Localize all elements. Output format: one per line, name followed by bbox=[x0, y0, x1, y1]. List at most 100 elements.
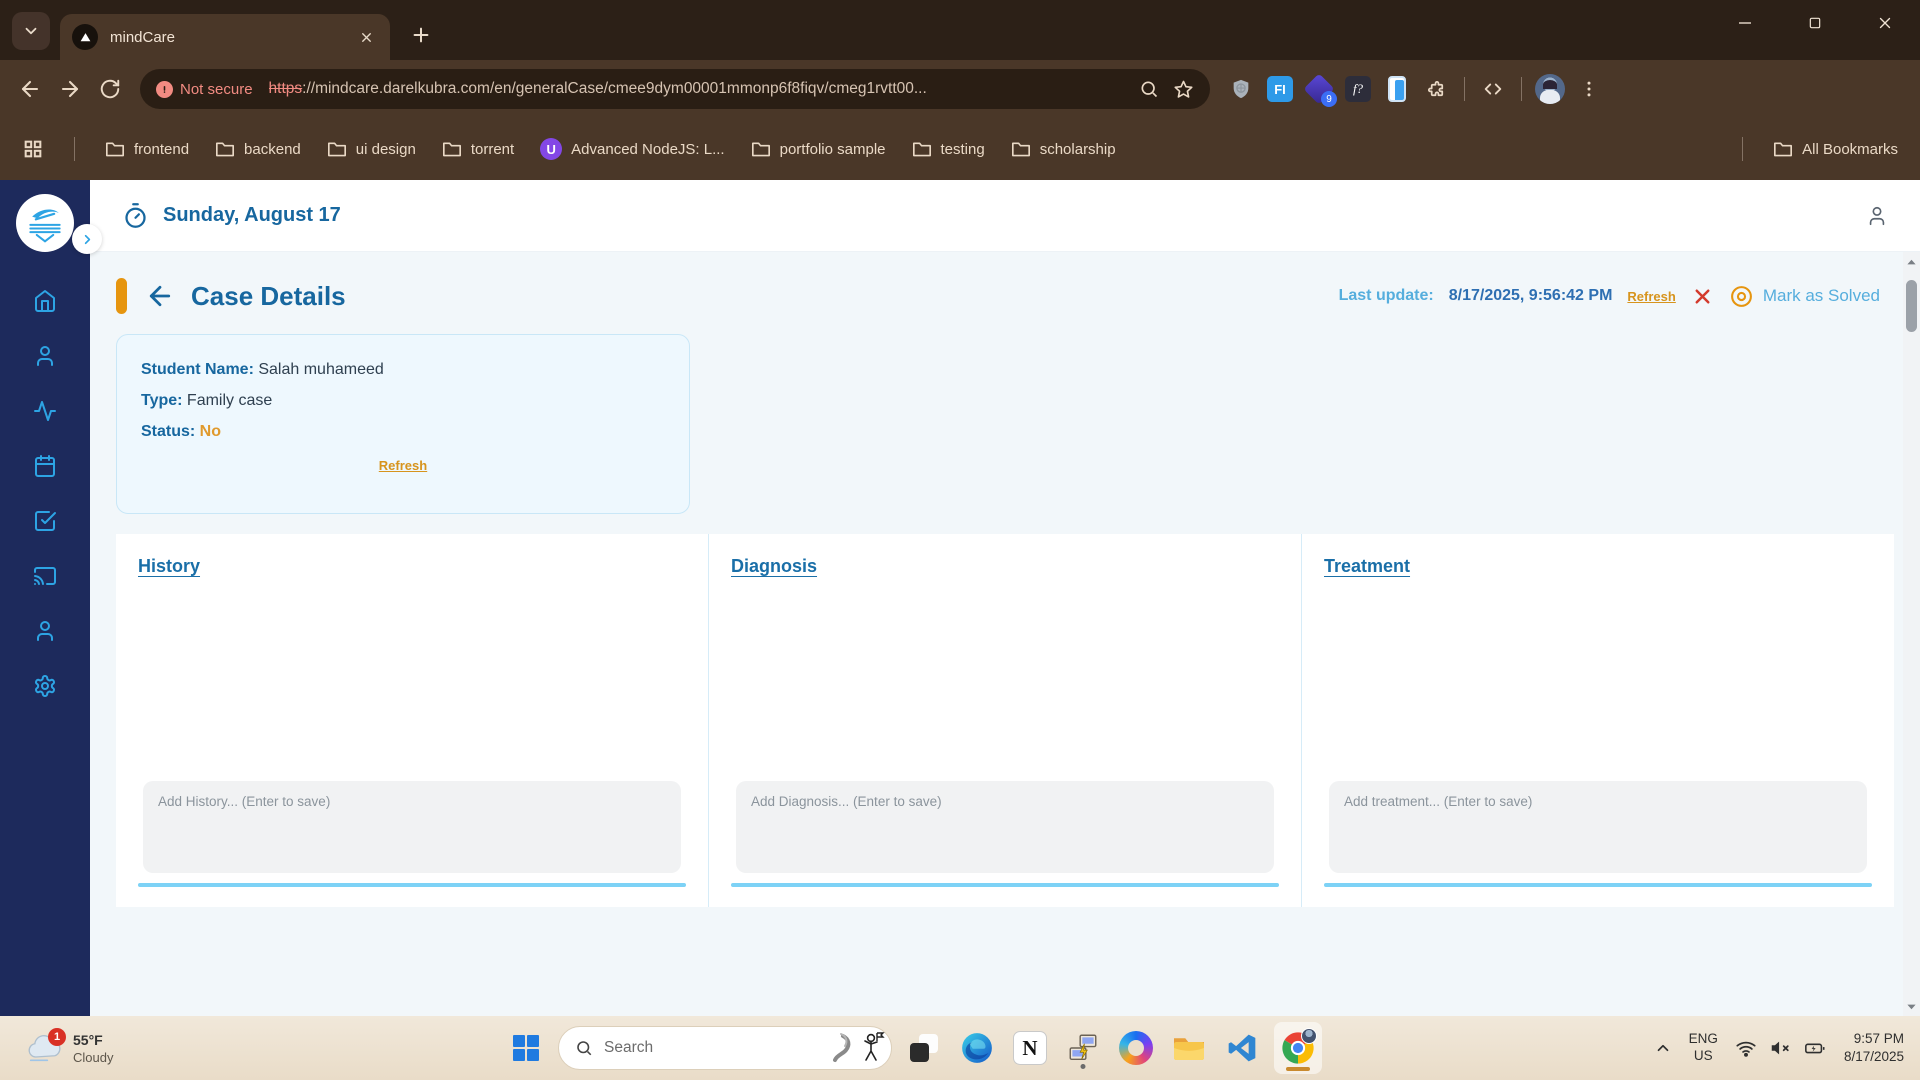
scroll-up-icon[interactable] bbox=[1903, 252, 1920, 272]
sidebar-expand-button[interactable] bbox=[72, 224, 102, 254]
bookmark-label: testing bbox=[940, 140, 985, 158]
window-minimize-button[interactable] bbox=[1730, 8, 1760, 38]
taskbar-right: ENG US 9:57 PM 8/17/2025 bbox=[1654, 1030, 1904, 1065]
phone-extension-icon[interactable] bbox=[1382, 74, 1412, 104]
forward-button[interactable] bbox=[52, 71, 88, 107]
scroll-down-icon[interactable] bbox=[1903, 996, 1920, 1016]
mark-as-solved-label: Mark as Solved bbox=[1762, 286, 1880, 305]
history-title[interactable]: History bbox=[138, 556, 200, 577]
diamond-extension-icon[interactable]: 9 bbox=[1303, 73, 1337, 107]
settings-gear-icon bbox=[35, 675, 55, 697]
taskbar-file-explorer[interactable] bbox=[1168, 1026, 1210, 1070]
sidebar-item-profile[interactable] bbox=[32, 618, 58, 644]
browser-tab-mindcare[interactable]: mindCare bbox=[60, 14, 390, 60]
language-switcher[interactable]: ENG US bbox=[1689, 1031, 1718, 1065]
bookmark-star-icon[interactable] bbox=[1173, 79, 1194, 100]
browser-menu-icon[interactable] bbox=[1574, 74, 1604, 104]
task-view-button[interactable] bbox=[903, 1026, 945, 1070]
zoom-page-icon[interactable] bbox=[1139, 79, 1159, 100]
weather-widget[interactable]: 1 55°F Cloudy bbox=[14, 1026, 123, 1070]
close-case-icon[interactable] bbox=[1691, 285, 1714, 308]
extension-count-badge: 9 bbox=[1321, 91, 1337, 107]
extensions-puzzle-icon[interactable] bbox=[1421, 74, 1451, 104]
taskbar-copilot[interactable] bbox=[1115, 1026, 1157, 1070]
history-input[interactable] bbox=[143, 781, 681, 873]
taskbar-notion[interactable]: N bbox=[1009, 1026, 1051, 1070]
window-close-button[interactable] bbox=[1870, 8, 1900, 38]
window-maximize-button[interactable] bbox=[1800, 8, 1830, 38]
taskbar-clock[interactable]: 9:57 PM 8/17/2025 bbox=[1844, 1030, 1904, 1065]
bookmarks-divider bbox=[74, 137, 75, 161]
check-square-icon bbox=[35, 511, 56, 531]
fq-extension-icon[interactable]: f? bbox=[1343, 74, 1373, 104]
sidebar-item-activity[interactable] bbox=[32, 398, 58, 424]
diagnosis-underline-bar bbox=[731, 883, 1279, 887]
fi-extension-icon[interactable]: FI bbox=[1265, 74, 1295, 104]
taskbar-search[interactable]: Search bbox=[558, 1026, 892, 1070]
taskbar-remote-tool[interactable] bbox=[1062, 1026, 1104, 1070]
treatment-input[interactable] bbox=[1329, 781, 1867, 873]
all-bookmarks-button[interactable]: All Bookmarks bbox=[1773, 140, 1898, 158]
remote-desktop-icon bbox=[1069, 1034, 1097, 1061]
all-bookmarks-label: All Bookmarks bbox=[1802, 140, 1898, 158]
shield-extension-icon[interactable] bbox=[1226, 74, 1256, 104]
udemy-icon: U bbox=[540, 138, 563, 160]
sidebar-item-calendar[interactable] bbox=[32, 453, 58, 479]
taskbar-vscode[interactable] bbox=[1221, 1026, 1263, 1070]
language-line1: ENG bbox=[1688, 1031, 1718, 1047]
bookmark-portfolio-sample[interactable]: portfolio sample bbox=[751, 140, 886, 158]
taskbar-chevron-up[interactable] bbox=[1654, 1039, 1672, 1057]
reload-button[interactable] bbox=[92, 71, 128, 107]
last-update-value: 8/17/2025, 9:56:42 PM bbox=[1448, 287, 1613, 304]
bookmark-backend[interactable]: backend bbox=[215, 140, 301, 158]
mindcare-logo[interactable] bbox=[16, 194, 74, 252]
browser-profile-avatar[interactable] bbox=[1535, 74, 1565, 104]
page-header: Sunday, August 17 bbox=[90, 180, 1920, 252]
taskbar-chrome-active[interactable] bbox=[1274, 1022, 1322, 1074]
page-scrollbar[interactable] bbox=[1903, 252, 1920, 1016]
last-update-label: Last update: bbox=[1338, 287, 1434, 304]
diagnosis-input[interactable] bbox=[736, 781, 1274, 873]
bookmark-testing[interactable]: testing bbox=[912, 140, 985, 158]
sidebar-item-cast[interactable] bbox=[32, 563, 58, 589]
start-button[interactable] bbox=[505, 1026, 547, 1070]
bookmark-label: portfolio sample bbox=[779, 140, 886, 158]
chevron-right-icon bbox=[84, 234, 90, 244]
taskbar-edge[interactable] bbox=[956, 1026, 998, 1070]
treatment-title[interactable]: Treatment bbox=[1324, 556, 1410, 577]
bookmark-advanced-nodejs[interactable]: U Advanced NodeJS: L... bbox=[540, 138, 725, 160]
history-underline-bar bbox=[138, 883, 686, 887]
sidebar-item-home[interactable] bbox=[32, 288, 58, 314]
bookmark-label: Advanced NodeJS: L... bbox=[571, 140, 725, 158]
sidebar-item-students[interactable] bbox=[32, 343, 58, 369]
back-arrow-button[interactable] bbox=[145, 281, 175, 311]
tab-close-icon[interactable] bbox=[354, 25, 378, 49]
sidebar-item-tasks[interactable] bbox=[32, 508, 58, 534]
main-content: Sunday, August 17 Case Details Last upda… bbox=[90, 180, 1920, 1016]
browser-tabstrip: mindCare bbox=[0, 0, 1920, 60]
folder-icon bbox=[1011, 142, 1030, 157]
new-tab-button[interactable] bbox=[410, 24, 432, 46]
refresh-link[interactable]: Refresh bbox=[1627, 289, 1675, 304]
not-secure-badge[interactable]: Not secure bbox=[156, 80, 253, 98]
url-text: https://mindcare.darelkubra.com/en/gener… bbox=[269, 80, 1129, 98]
profile-icon[interactable] bbox=[1862, 201, 1892, 231]
running-app-dot bbox=[1080, 1064, 1086, 1069]
bookmark-label: frontend bbox=[134, 140, 190, 158]
address-bar[interactable]: Not secure https://mindcare.darelkubra.c… bbox=[140, 69, 1210, 109]
mark-as-solved-button[interactable]: Mark as Solved bbox=[1729, 284, 1880, 309]
card-refresh-link[interactable]: Refresh bbox=[379, 458, 427, 473]
diagnosis-title[interactable]: Diagnosis bbox=[731, 556, 817, 577]
tab-search-button[interactable] bbox=[12, 12, 50, 50]
system-tray[interactable] bbox=[1735, 1037, 1827, 1059]
screen: mindCare Not secure https://mindcare.dar… bbox=[0, 0, 1920, 1080]
devtools-code-icon[interactable] bbox=[1478, 74, 1508, 104]
apps-grid-icon[interactable] bbox=[22, 138, 44, 160]
bookmark-ui-design[interactable]: ui design bbox=[327, 140, 416, 158]
scrollbar-thumb[interactable] bbox=[1906, 280, 1917, 332]
bookmark-torrent[interactable]: torrent bbox=[442, 140, 514, 158]
back-button[interactable] bbox=[12, 71, 48, 107]
sidebar-item-settings[interactable] bbox=[32, 673, 58, 699]
bookmark-scholarship[interactable]: scholarship bbox=[1011, 140, 1116, 158]
bookmark-frontend[interactable]: frontend bbox=[105, 140, 189, 158]
